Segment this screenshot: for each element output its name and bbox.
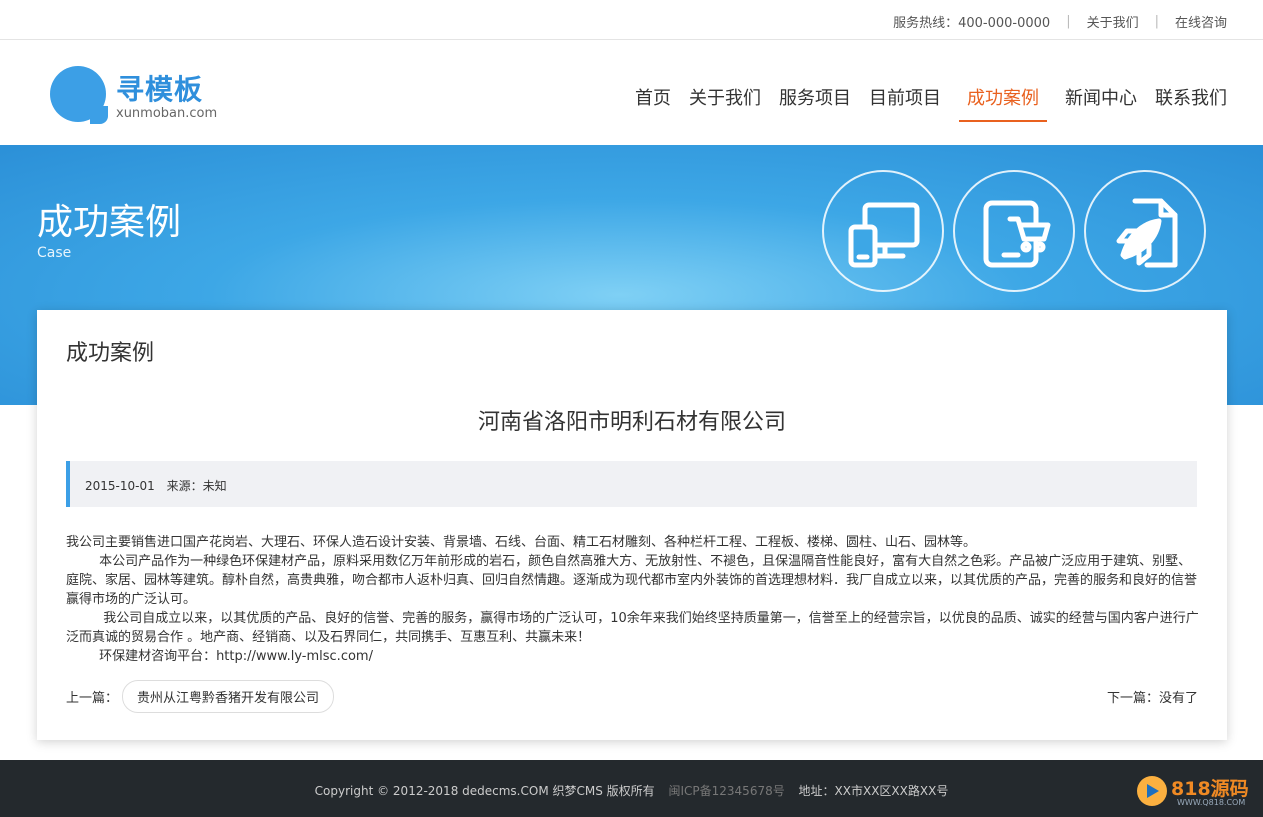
article-meta: 2015-10-01 来源：未知 — [66, 461, 1197, 507]
watermark-logo: 818源码 WWW.Q818.COM — [1137, 774, 1255, 812]
nav-item-contact[interactable]: 联系我们 — [1155, 84, 1227, 122]
footer-copyright: Copyright © 2012-2018 dedecms.COM 织梦CMS … — [0, 782, 1263, 799]
article-paragraph: 环保建材咨询平台：http://www.ly-mlsc.com/ — [66, 649, 373, 664]
article-source: 来源：未知 — [166, 479, 227, 493]
banner-title: 成功案例 — [37, 202, 182, 243]
content-card: 成功案例 河南省洛阳市明利石材有限公司 2015-10-01 来源：未知 我公司… — [37, 310, 1227, 740]
divider: | — [1154, 14, 1159, 29]
prev-label: 上一篇： — [66, 691, 119, 706]
prev-article: 上一篇： 贵州从江粤黔香猪开发有限公司 — [66, 680, 335, 713]
nav-item-home[interactable]: 首页 — [635, 84, 671, 122]
logo-name: 寻模板 — [116, 73, 204, 106]
rocket-document-icon — [1084, 170, 1206, 292]
top-bar: 服务热线：400-000-0000 | 关于我们 | 在线咨询 — [0, 0, 1263, 40]
watermark-sub: WWW.Q818.COM — [1177, 798, 1246, 807]
watermark-main: 818源码 — [1171, 778, 1249, 800]
site-header: 寻模板 xunmoban.com 首页 关于我们 服务项目 目前项目 成功案例 … — [0, 40, 1263, 145]
site-logo[interactable]: 寻模板 xunmoban.com — [50, 66, 240, 126]
tablet-cart-icon — [953, 170, 1075, 292]
icp-link[interactable]: 闽ICP备12345678号 — [668, 784, 784, 798]
site-footer: Copyright © 2012-2018 dedecms.COM 织梦CMS … — [0, 760, 1263, 817]
logo-bubble-icon — [50, 66, 108, 124]
article-paragraph: 我公司自成立以来，以其优质的产品、良好的信誉、完善的服务，赢得市场的广泛认可，1… — [66, 611, 1199, 645]
article-paragraph: 本公司产品作为一种绿色环保建材产品，原料采用数亿万年前形成的岩石，颜色自然高雅大… — [66, 554, 1198, 607]
nav-item-cases[interactable]: 成功案例 — [959, 84, 1047, 122]
consult-link[interactable]: 在线咨询 — [1175, 12, 1227, 31]
article-title: 河南省洛阳市明利石材有限公司 — [477, 410, 786, 435]
copyright-text: Copyright © 2012-2018 dedecms.COM 织梦CMS … — [314, 784, 655, 798]
divider: | — [1066, 14, 1071, 29]
about-link[interactable]: 关于我们 — [1087, 12, 1139, 31]
nav-item-projects[interactable]: 目前项目 — [869, 84, 941, 122]
section-title: 成功案例 — [66, 341, 155, 366]
article-body: 我公司主要销售进口国产花岗岩、大理石、环保人造石设计安装、背景墙、石线、台面、精… — [66, 533, 1201, 666]
main-nav: 首页 关于我们 服务项目 目前项目 成功案例 新闻中心 联系我们 — [617, 84, 1227, 122]
address-text: 地址：XX市XX区XX路XX号 — [798, 784, 949, 798]
article-date: 2015-10-01 — [85, 479, 155, 493]
logo-domain: xunmoban.com — [116, 106, 218, 121]
prev-article-link[interactable]: 贵州从江粤黔香猪开发有限公司 — [122, 680, 335, 713]
banner-subtitle: Case — [37, 245, 72, 261]
nav-item-services[interactable]: 服务项目 — [779, 84, 851, 122]
devices-icon — [822, 170, 944, 292]
hotline-text: 服务热线：400-000-0000 — [893, 16, 1051, 31]
nav-item-about[interactable]: 关于我们 — [689, 84, 761, 122]
play-icon — [1137, 776, 1167, 806]
article-paragraph: 我公司主要销售进口国产花岗岩、大理石、环保人造石设计安装、背景墙、石线、台面、精… — [66, 535, 977, 550]
top-links: 服务热线：400-000-0000 | 关于我们 | 在线咨询 — [893, 12, 1227, 31]
nav-item-news[interactable]: 新闻中心 — [1065, 84, 1137, 122]
next-article: 下一篇：没有了 — [1106, 691, 1198, 706]
